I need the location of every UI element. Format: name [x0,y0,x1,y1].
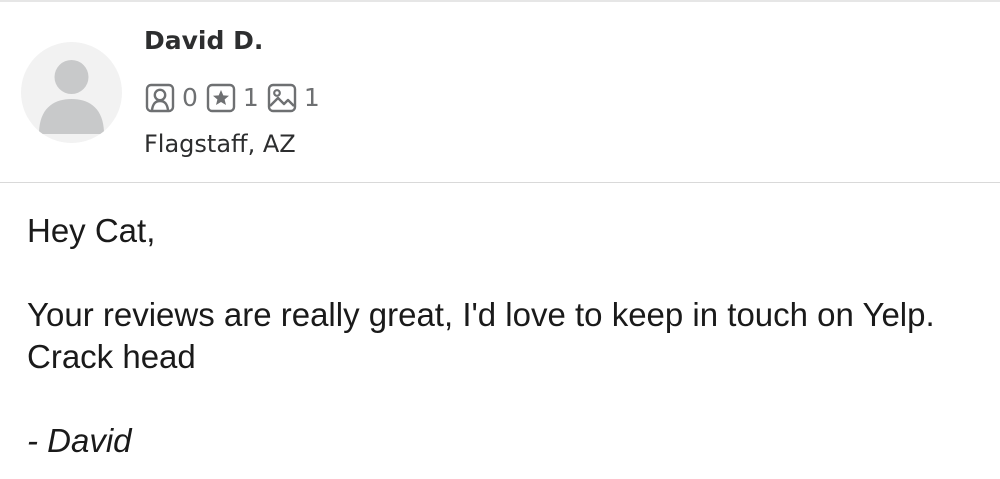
message-signature: - David [27,422,132,459]
sender-profile[interactable]: David D. 0 1 1 Flagstaff, AZ [0,2,1000,182]
user-name[interactable]: David D. [144,26,263,55]
message-body: Hey Cat, Your reviews are really great, … [27,210,977,462]
friends-icon [145,83,175,113]
message-greeting: Hey Cat, [27,212,156,249]
message-text: Your reviews are really great, I'd love … [27,296,935,375]
star-review-icon [206,83,236,113]
friends-count: 0 [182,83,198,112]
user-silhouette-icon [39,60,104,134]
avatar[interactable] [21,42,122,143]
user-location: Flagstaff, AZ [144,130,296,158]
photos-count: 1 [303,83,320,112]
user-stats: 0 1 1 [145,82,328,114]
reviews-count: 1 [242,83,259,112]
friends-stat: 0 [145,82,198,114]
reviews-stat: 1 [206,82,259,114]
divider [0,182,1000,183]
photo-icon [267,83,297,113]
photos-stat: 1 [267,82,320,114]
